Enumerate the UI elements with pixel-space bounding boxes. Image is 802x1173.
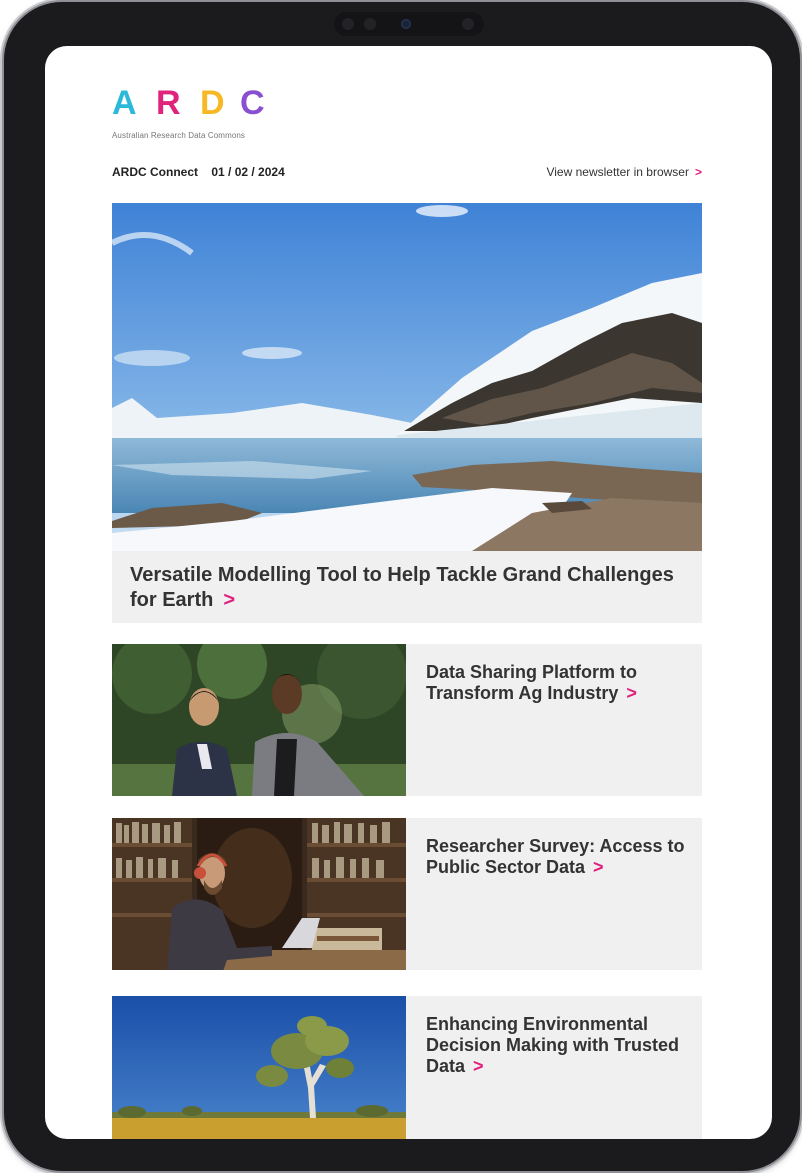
chevron-right-icon: > <box>593 857 604 877</box>
article-title-text: Data Sharing Platform to Transform Ag In… <box>426 662 638 703</box>
hero-caption[interactable]: Versatile Modelling Tool to Help Tackle … <box>112 551 702 623</box>
view-in-browser-label: View newsletter in browser <box>546 165 689 179</box>
logo-letter-r: R <box>156 84 181 122</box>
hero-title[interactable]: Versatile Modelling Tool to Help Tackle … <box>130 563 684 613</box>
email-screen: A R D C Australian Research Data Commons… <box>45 46 772 1139</box>
logo-letter-a: A <box>112 84 137 122</box>
chevron-right-icon: > <box>694 165 702 179</box>
logo-letter-d: D <box>200 84 225 122</box>
newsletter-meta: ARDC Connect 01 / 02 / 2024 <box>112 165 295 179</box>
newsletter-name: ARDC Connect <box>112 165 198 179</box>
sensor-icon <box>462 18 474 30</box>
article-title-text: Researcher Survey: Access to Public Sect… <box>426 836 685 877</box>
article-image-gum-tree[interactable] <box>112 996 406 1139</box>
tablet-frame: A R D C Australian Research Data Commons… <box>4 2 800 1171</box>
antarctic-landscape-image <box>112 203 702 551</box>
article-image-library[interactable] <box>112 818 406 970</box>
logo-tagline: Australian Research Data Commons <box>112 131 246 140</box>
article-title-researcher-survey[interactable]: Researcher Survey: Access to Public Sect… <box>426 836 686 878</box>
camera-icon <box>401 19 411 29</box>
article-card-environmental-decision[interactable]: Enhancing Environmental Decision Making … <box>112 996 702 1139</box>
hero-image[interactable] <box>112 203 702 551</box>
outback-tree-photo <box>112 996 406 1139</box>
article-title-ag-platform[interactable]: Data Sharing Platform to Transform Ag In… <box>426 662 686 704</box>
chevron-right-icon: > <box>473 1056 484 1076</box>
article-card-researcher-survey[interactable]: Researcher Survey: Access to Public Sect… <box>112 818 702 970</box>
sensor-icon <box>342 18 354 30</box>
hero-title-text: Versatile Modelling Tool to Help Tackle … <box>130 564 674 611</box>
researchers-photo <box>112 644 406 796</box>
camera-bar <box>334 12 484 36</box>
sensor-icon <box>364 18 376 30</box>
logo-letter-c: C <box>240 84 265 122</box>
newsletter-date: 01 / 02 / 2024 <box>211 165 285 179</box>
article-image-researchers[interactable] <box>112 644 406 796</box>
chevron-right-icon: > <box>626 683 637 703</box>
article-title-environmental-decision[interactable]: Enhancing Environmental Decision Making … <box>426 1014 686 1077</box>
library-photo <box>112 818 406 970</box>
view-in-browser-link[interactable]: View newsletter in browser > <box>546 165 702 179</box>
article-card-ag-platform[interactable]: Data Sharing Platform to Transform Ag In… <box>112 644 702 796</box>
chevron-right-icon: > <box>223 589 236 611</box>
article-title-text: Enhancing Environmental Decision Making … <box>426 1014 680 1076</box>
